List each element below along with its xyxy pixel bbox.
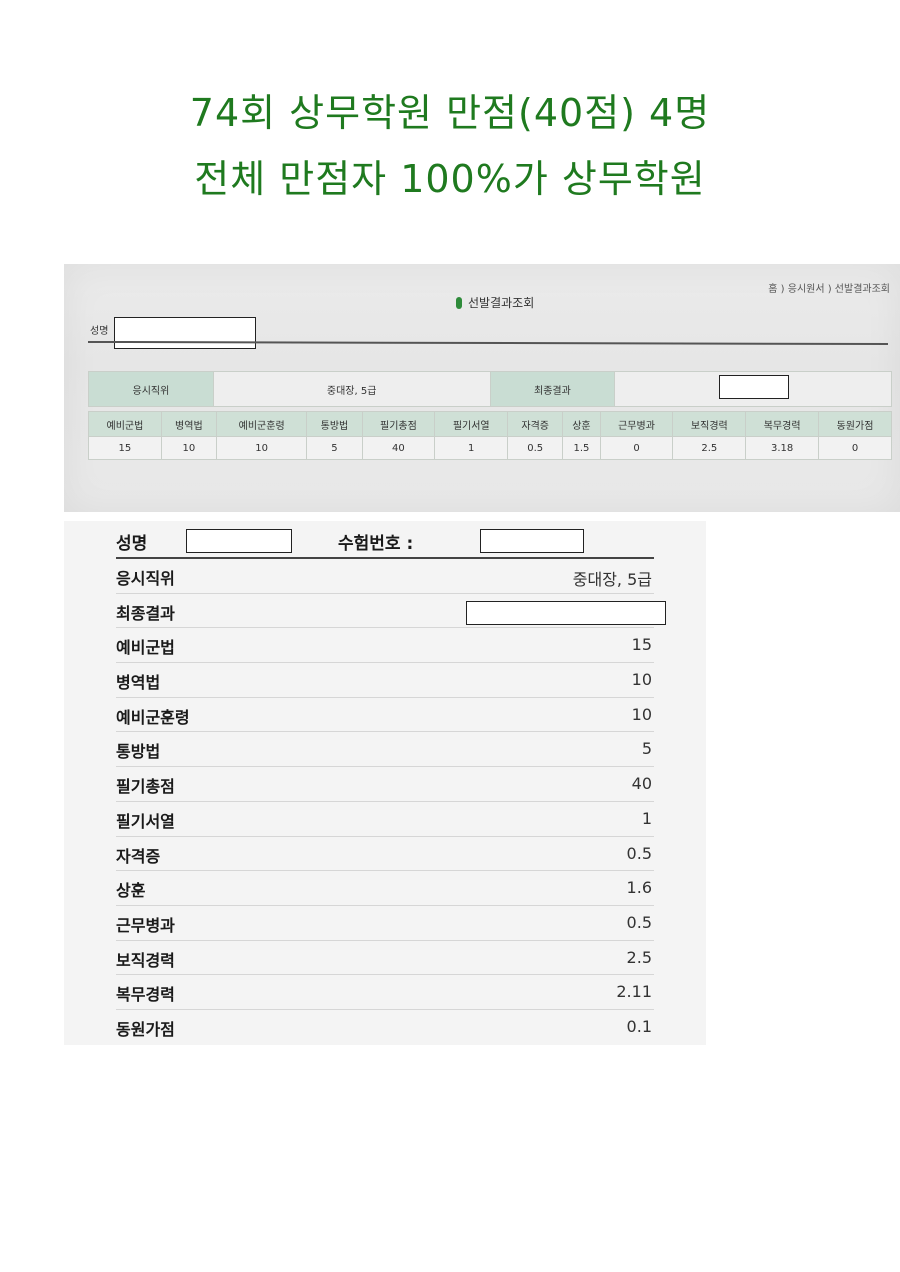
row-label: 필기서열 [116,811,175,831]
score-cell: 10 [160,436,217,460]
column-header: 통방법 [306,411,363,437]
list-item: 상훈 1.6 [116,871,654,906]
score-table: 예비군법 병역법 예비군훈령 통방법 필기총점 필기서열 자격증 상훈 근무병과… [88,411,892,460]
result-screenshot-photo: 홈 ) 응시원서 ) 선발결과조회 선발결과조회 성명 응시직위 중대장, 5급… [64,264,900,512]
name-label: 성명 [90,326,109,337]
position-result-table: 응시직위 중대장, 5급 최종결과 [88,371,892,407]
score-cell: 10 [215,436,308,460]
position-value: 중대장, 5급 [212,371,491,407]
column-header: 병역법 [160,411,217,437]
row-value: 중대장, 5급 [572,570,652,589]
list-header: 성명 수험번호 : [116,521,654,559]
page-title-text: 선발결과조회 [468,296,535,310]
row-label: 동원가점 [116,1019,175,1039]
score-cell: 3.18 [745,436,820,460]
name-redaction-box [186,529,292,553]
row-label: 상훈 [116,881,146,901]
list-item: 복무경력 2.11 [116,975,654,1010]
score-cell: 15 [88,436,162,460]
list-item: 근무병과 0.5 [116,906,654,941]
score-cell: 1 [434,436,509,460]
column-header: 근무병과 [599,411,674,437]
list-item: 예비군법 15 [116,628,654,664]
column-header: 보직경력 [672,411,747,437]
row-label: 병역법 [116,673,161,693]
score-cell: 2.5 [672,436,747,460]
row-label: 통방법 [116,742,161,762]
column-header: 필기서열 [434,411,509,437]
column-header: 필기총점 [361,411,436,437]
list-item: 응시직위 중대장, 5급 [116,559,654,594]
result-list-panel: 성명 수험번호 : 응시직위 중대장, 5급 최종결과 예비군법 15 병역법 … [64,521,706,1045]
final-result-value [614,371,892,407]
page-title: 선발결과조회 [456,294,534,311]
column-header: 자격증 [507,411,564,437]
list-item: 병역법 10 [116,663,654,698]
column-header: 복무경력 [745,411,820,437]
final-result-label: 최종결과 [489,371,616,407]
list-item: 통방법 5 [116,732,654,768]
row-label: 자격증 [116,846,161,866]
list-item: 동원가점 0.1 [116,1010,654,1044]
row-value: 40 [631,774,652,794]
row-value: 10 [631,704,652,724]
row-value: 2.5 [626,947,652,967]
score-cell: 0 [818,436,892,460]
row-value: 0.5 [626,912,652,932]
row-label: 최종결과 [116,603,175,623]
row-value: 5 [641,739,652,759]
list-item: 자격증 0.5 [116,837,654,872]
row-label: 응시직위 [116,569,175,588]
list-item: 예비군훈령 10 [116,698,654,733]
score-cell: 1.5 [562,436,601,460]
column-header: 예비군훈령 [215,411,308,437]
list-item: 필기총점 40 [116,767,654,802]
list-item: 보직경력 2.5 [116,941,654,976]
row-label: 복무경력 [116,985,175,1005]
row-value: 15 [631,635,652,655]
row-value: 2.11 [616,982,652,1002]
row-value: 0.5 [626,843,652,863]
headline-line-1: 74회 상무학원 만점(40점) 4명 [189,91,711,135]
column-header: 동원가점 [818,411,892,437]
row-label: 예비군법 [116,638,175,658]
column-header: 예비군법 [88,411,162,437]
exam-number-label: 수험번호 : [338,534,414,554]
row-label: 필기총점 [116,777,175,797]
row-label: 보직경력 [116,950,175,970]
score-cell: 0 [599,436,674,460]
name-redaction-box [114,317,256,349]
exam-number-redaction-box [480,529,584,553]
breadcrumb: 홈 ) 응시원서 ) 선발결과조회 [768,284,890,295]
list-item: 최종결과 [116,594,666,629]
score-cell: 5 [306,436,363,460]
row-value: 1 [641,808,652,828]
row-value: 0.1 [626,1016,652,1036]
final-result-redaction-box [719,375,790,399]
headline-line-2: 전체 만점자 100%가 상무학원 [194,157,706,201]
row-value: 10 [631,670,652,690]
row-label: 근무병과 [116,915,175,935]
list-item: 필기서열 1 [116,802,654,837]
score-cell: 40 [361,436,436,460]
row-value: 1.6 [626,878,652,898]
title-bullet-icon [456,296,462,309]
score-cell: 0.5 [507,436,564,460]
name-label: 성명 [116,534,148,554]
column-header: 상훈 [562,411,601,437]
final-result-redaction-box [466,600,666,625]
position-label: 응시직위 [88,371,214,407]
row-label: 예비군훈령 [116,707,190,727]
